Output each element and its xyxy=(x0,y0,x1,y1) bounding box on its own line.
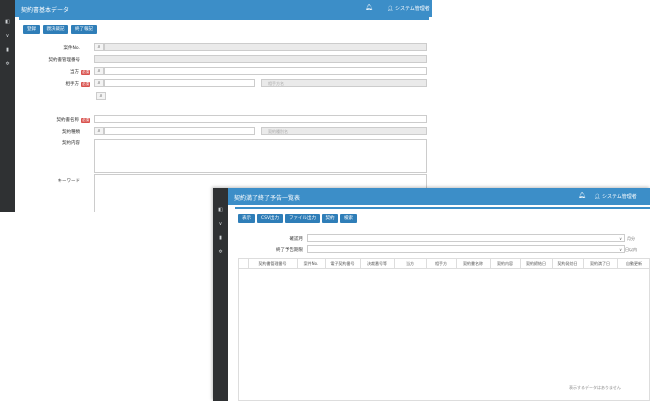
column-header[interactable]: 契約書管理番号 xyxy=(248,259,298,268)
party-b-field[interactable] xyxy=(104,79,255,87)
contract-name-label: 契約書名称 必須 xyxy=(20,117,90,123)
party-a-label: 当方 必須 xyxy=(30,69,90,75)
user-menu[interactable]: 👤︎ システム管理者 xyxy=(594,193,637,200)
party-b-text: 相手方 xyxy=(65,82,80,87)
contract-content-textarea[interactable] xyxy=(94,139,427,173)
case-search-icon[interactable]: ⌕ xyxy=(94,43,104,51)
empty-message: 表示するデータはありません xyxy=(569,385,621,390)
column-header[interactable]: 契約内容 xyxy=(490,259,521,268)
required-badge: 必須 xyxy=(81,70,90,75)
document-icon[interactable]: ▮ xyxy=(0,48,15,53)
user-name: システム管理者 xyxy=(601,194,637,200)
party-a-text: 当方 xyxy=(70,70,79,75)
party-a-field[interactable] xyxy=(104,67,427,75)
column-header[interactable]: 契約締結日 xyxy=(520,259,553,268)
column-header[interactable]: 契約発効日 xyxy=(552,259,584,268)
contract-content-label: 契約内容 xyxy=(62,141,80,146)
header-accent xyxy=(19,17,429,20)
document-icon[interactable]: ▮ xyxy=(213,236,228,241)
column-header[interactable]: 案件No. xyxy=(297,259,326,268)
search-button[interactable]: 検索 xyxy=(340,214,357,223)
case-no-field[interactable] xyxy=(104,43,427,51)
required-badge: 必須 xyxy=(81,118,90,123)
header-bar: 契約書基本データ 🔔︎ 👤︎ システム管理者 xyxy=(15,0,432,17)
mgmt-no-field[interactable] xyxy=(94,55,427,63)
add-party-search-icon[interactable]: ⌕ xyxy=(96,92,106,100)
dashboard-icon[interactable]: ◧ xyxy=(0,20,15,25)
results-table: 契約書管理番号 案件No. 電子契約番号 決裁番号等 当方 相手方 契約書名称 … xyxy=(238,258,650,401)
column-header[interactable]: 電子契約番号 xyxy=(325,259,361,268)
chevron-down-icon: ∨ xyxy=(619,247,622,252)
gear-icon[interactable]: ✲ xyxy=(213,250,228,255)
column-header[interactable]: 自動更新 xyxy=(617,259,650,268)
gear-icon[interactable]: ✲ xyxy=(0,62,15,67)
main-window: ◧ ∨ ▮ ✲ 契約書基本データ 🔔︎ 👤︎ システム管理者 登録 親決裁記 終… xyxy=(0,0,432,212)
period-unit: 月分 xyxy=(627,236,635,241)
contract-type-search-icon[interactable]: ⌕ xyxy=(94,127,104,135)
party-b-name-field[interactable] xyxy=(261,79,427,87)
header-bar: 契約満了終了予告一覧表 🔔︎ 👤︎ システム管理者 xyxy=(228,188,650,205)
csv-export-button[interactable]: CSV出力 xyxy=(257,214,283,223)
file-export-button[interactable]: ファイル出力 xyxy=(285,214,320,223)
chevron-down-icon[interactable]: ∨ xyxy=(213,222,228,227)
user-menu[interactable]: 👤︎ システム管理者 xyxy=(387,5,430,12)
end-notice-label: 終了予告期限 xyxy=(276,248,303,253)
party-a-search-icon[interactable]: ⌕ xyxy=(94,67,104,75)
party-b-name-placeholder: 相手方名 xyxy=(268,81,284,86)
keyword-label: キーワード xyxy=(57,179,81,184)
chevron-down-icon: ∨ xyxy=(619,236,622,241)
header-accent xyxy=(235,207,650,209)
sidebar: ◧ ∨ ▮ ✲ xyxy=(0,0,15,212)
contract-button[interactable]: 契約 xyxy=(322,214,338,223)
end-notice-unit: 日以内 xyxy=(625,247,637,252)
party-b-label: 相手方 必須 xyxy=(30,81,90,87)
period-label: 確認月 xyxy=(289,237,304,242)
mgmt-no-label: 契約書管理番号 xyxy=(48,58,81,63)
page-title: 契約満了終了予告一覧表 xyxy=(234,195,301,202)
bell-icon[interactable]: 🔔︎ xyxy=(365,4,373,11)
expiry-list-window: ◧ ∨ ▮ ✲ 契約満了終了予告一覧表 🔔︎ 👤︎ システム管理者 表示 CSV… xyxy=(213,188,650,401)
contract-type-label: 契約種類 xyxy=(62,130,80,135)
column-header[interactable]: 当方 xyxy=(394,259,427,268)
party-b-search-icon[interactable]: ⌕ xyxy=(94,79,104,87)
contract-name-text: 契約書名称 xyxy=(56,118,80,123)
approval-button[interactable]: 親決裁記 xyxy=(43,25,68,34)
end-notice-select[interactable]: ∨ xyxy=(307,245,625,253)
column-header[interactable]: 決裁番号等 xyxy=(360,259,395,268)
contract-type-field[interactable] xyxy=(104,127,255,135)
page-title: 契約書基本データ xyxy=(21,7,70,14)
case-no-label: 案件No. xyxy=(63,46,80,51)
termination-button[interactable]: 終了報記 xyxy=(71,25,97,34)
sidebar: ◧ ∨ ▮ ✲ xyxy=(213,188,228,401)
contract-type-placeholder: 契約種別名 xyxy=(268,129,288,134)
contract-name-field[interactable] xyxy=(94,115,427,123)
user-name: システム管理者 xyxy=(394,6,430,12)
bell-icon[interactable]: 🔔︎ xyxy=(578,192,586,199)
chevron-down-icon[interactable]: ∨ xyxy=(0,34,15,39)
dashboard-icon[interactable]: ◧ xyxy=(213,208,228,213)
period-select[interactable]: ∨ xyxy=(307,234,625,242)
column-header[interactable]: 契約書名称 xyxy=(456,259,491,268)
required-badge: 必須 xyxy=(81,82,90,87)
column-header[interactable]: 相手方 xyxy=(426,259,457,268)
display-button[interactable]: 表示 xyxy=(238,214,255,223)
table-header: 契約書管理番号 案件No. 電子契約番号 決裁番号等 当方 相手方 契約書名称 … xyxy=(239,259,650,269)
register-button[interactable]: 登録 xyxy=(23,25,40,34)
column-header[interactable]: 契約満了日 xyxy=(583,259,618,268)
